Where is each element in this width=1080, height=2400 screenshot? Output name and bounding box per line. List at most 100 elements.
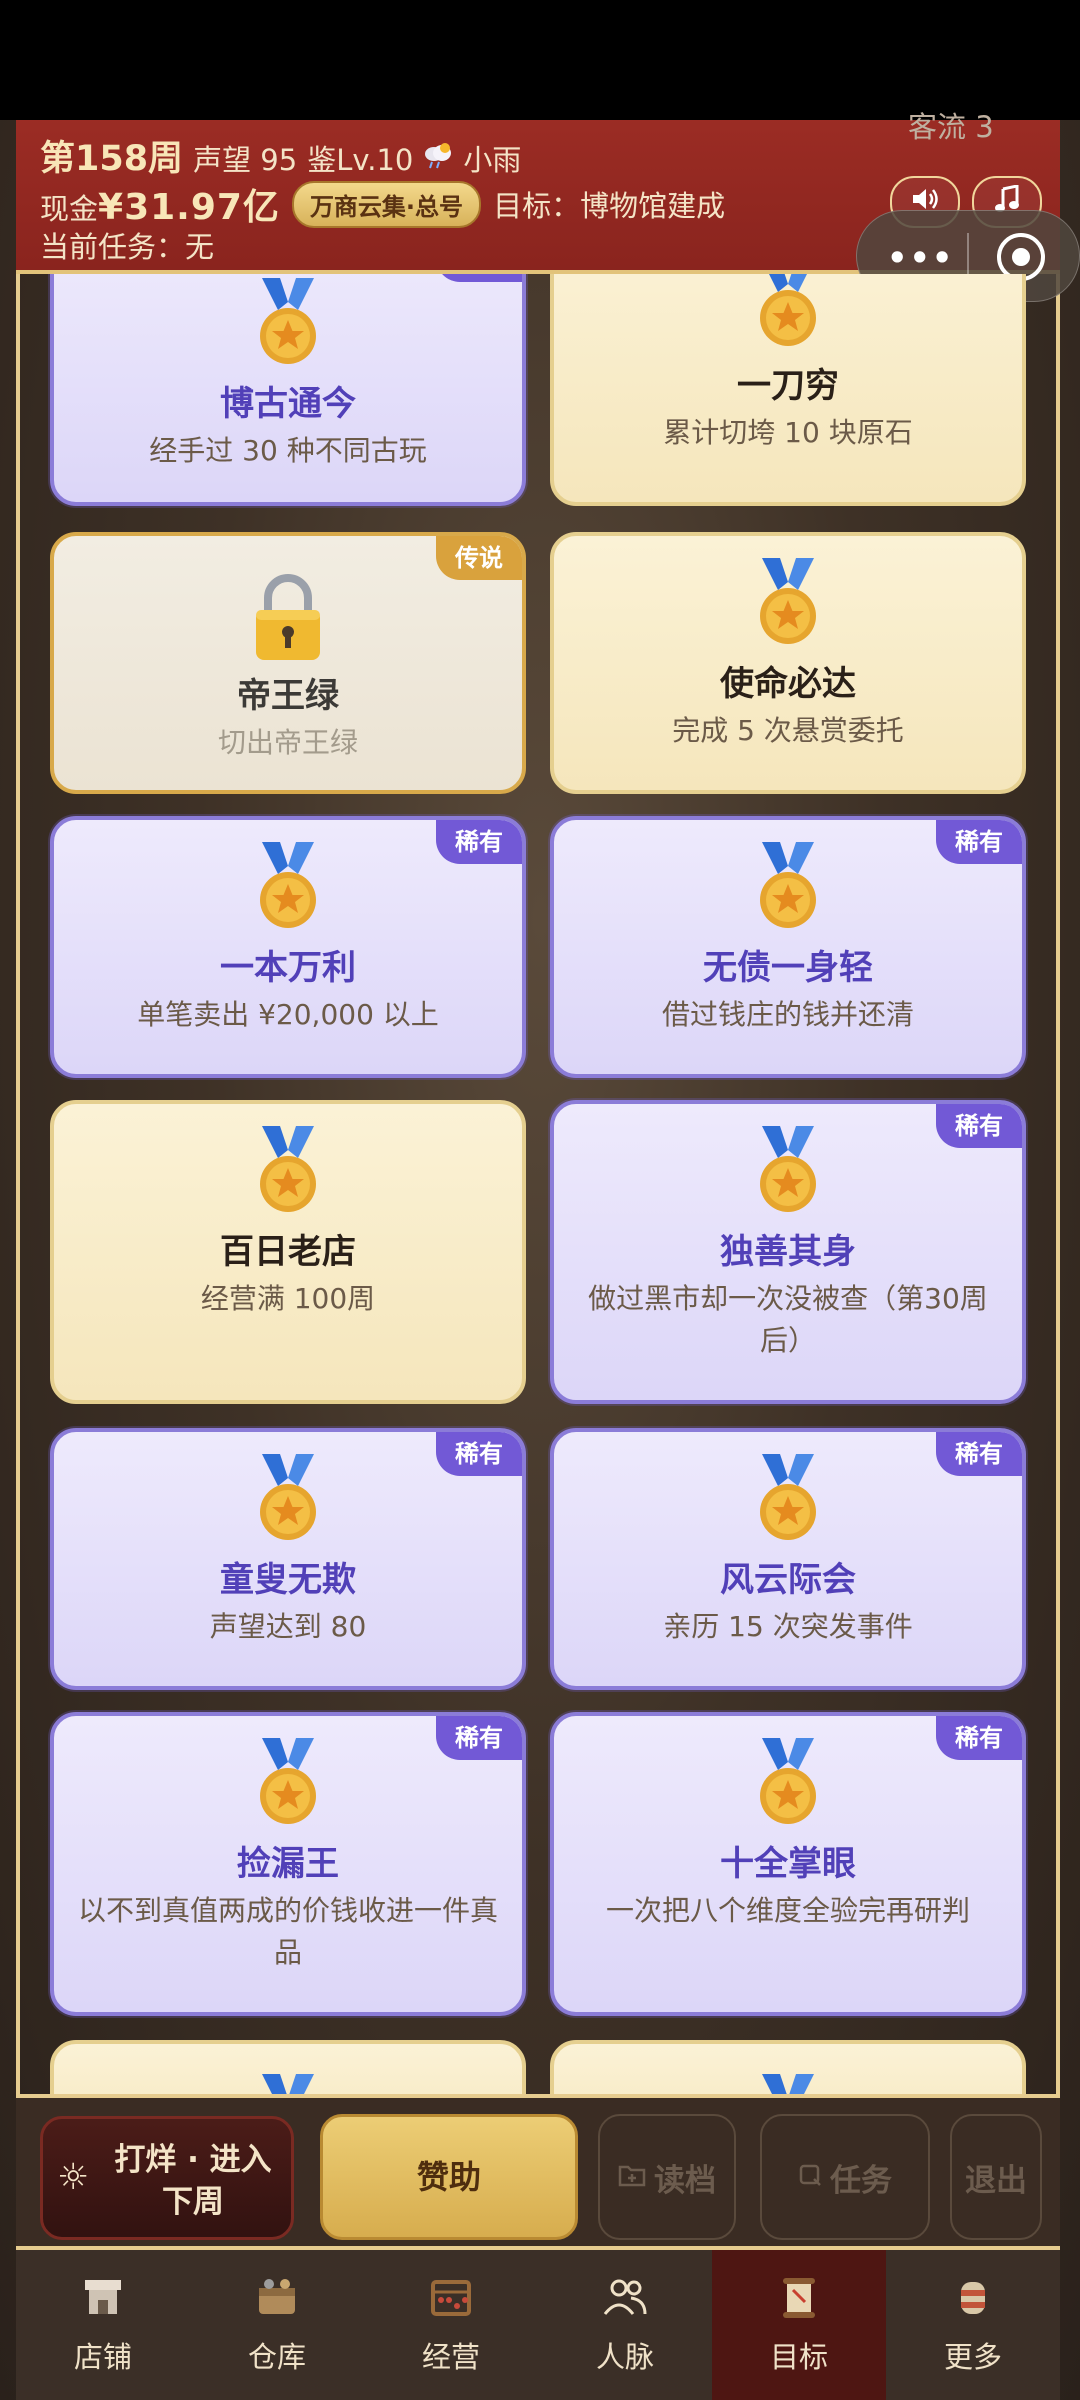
task-icon xyxy=(798,2159,822,2195)
rare-badge: 稀有 xyxy=(936,1432,1022,1476)
task-label: 任务 xyxy=(830,2162,892,2199)
header-cash-row: 现金¥31.97亿 万商云集·总号 目标：博物馆建成 xyxy=(40,178,725,230)
achievement-title: 童叟无欺 xyxy=(220,1560,356,1600)
load-save-button[interactable]: 读档 xyxy=(598,2114,736,2240)
achievement-card[interactable]: 稀有 童叟无欺 声望达到 80 xyxy=(50,1428,526,1690)
achievement-title: 独善其身 xyxy=(720,1232,856,1272)
cash-value: ¥31.97亿 xyxy=(98,187,280,228)
bottom-nav: 店铺 仓库 经营 人脉 目标 更多 xyxy=(16,2250,1060,2400)
achievement-title: 无债一身轻 xyxy=(703,948,873,988)
appraisal-level: 鉴Lv.10 xyxy=(307,143,414,177)
medal-icon xyxy=(756,1126,820,1216)
next-week-label: 打烊 · 进入 下周 xyxy=(114,2142,272,2220)
nav-label: 更多 xyxy=(943,2340,1002,2374)
nav-label: 人脉 xyxy=(595,2340,654,2374)
achievement-card[interactable]: 传说帝王绿切出帝王绿 xyxy=(50,532,526,794)
more-icon xyxy=(949,2274,997,2322)
medal-icon xyxy=(756,274,820,350)
nav-item-warehouse[interactable]: 仓库 xyxy=(190,2250,364,2400)
achievement-card[interactable]: 稀有 无债一身轻 借过钱庄的钱并还清 xyxy=(550,816,1026,1078)
scroll-icon xyxy=(775,2274,823,2322)
cash-label: 现金 xyxy=(40,192,99,226)
medal-icon xyxy=(256,1126,320,1216)
achievement-description: 经营满 100周 xyxy=(200,1282,376,1315)
achievement-card[interactable]: 一刀穷累计切垮 10 块原石 xyxy=(550,274,1026,506)
rare-badge: 稀有 xyxy=(436,1716,522,1760)
achievement-title: 捡漏王 xyxy=(237,1844,339,1884)
achievement-description: 做过黑市却一次没被查（第30周后） xyxy=(588,1282,988,1357)
load-save-label: 读档 xyxy=(654,2162,716,2199)
warehouse-icon xyxy=(253,2274,301,2322)
achievement-title: 一本万利 xyxy=(220,948,356,988)
shop-icon xyxy=(79,2274,127,2322)
medal-icon xyxy=(756,842,820,932)
achievement-card[interactable]: 稀有独善其身做过黑市却一次没被查（第30周后） xyxy=(550,1100,1026,1404)
medal-icon xyxy=(756,1454,820,1544)
rare-badge: 稀有 xyxy=(436,274,522,282)
achievement-card[interactable] xyxy=(50,2040,526,2094)
achievement-title: 帝王绿 xyxy=(237,676,339,716)
achievement-card[interactable] xyxy=(550,2040,1026,2094)
task-button[interactable]: 任务 xyxy=(760,2114,930,2240)
achievement-card[interactable]: 使命必达 完成 5 次悬赏委托 xyxy=(550,532,1026,794)
nav-label: 目标 xyxy=(769,2340,828,2374)
medal-icon xyxy=(756,2074,820,2094)
current-task: 当前任务：无 xyxy=(40,230,215,264)
achievement-description: 以不到真值两成的价钱收进一件真品 xyxy=(77,1894,498,1969)
achievement-title: 使命必达 xyxy=(720,664,856,704)
more-options-icon[interactable]: ••• xyxy=(887,239,954,277)
action-bar: ☼ 打烊 · 进入 下周 赞助 读档 任务 退出 xyxy=(16,2094,1060,2250)
achievement-title: 百日老店 xyxy=(220,1232,356,1272)
achievement-description: 亲历 15 次突发事件 xyxy=(663,1610,913,1643)
sun-icon: ☼ xyxy=(57,2157,90,2198)
achievement-card[interactable]: 稀有 十全掌眼 一次把八个维度全验完再研判 xyxy=(550,1712,1026,2016)
legendary-badge: 传说 xyxy=(436,536,522,580)
weather-text: 小雨 xyxy=(463,143,522,177)
achievement-description: 累计切垮 10 块原石 xyxy=(663,416,913,449)
lock-icon xyxy=(248,572,328,662)
header-stats: 第158周 声望 95 鉴Lv.10 小雨 xyxy=(40,130,521,181)
medal-icon xyxy=(256,1738,320,1828)
app-root: 第158周 声望 95 鉴Lv.10 小雨 现金¥31.97亿 万商云集·总号 … xyxy=(0,0,1080,2400)
nav-item-people[interactable]: 人脉 xyxy=(538,2250,712,2400)
medal-icon xyxy=(256,1454,320,1544)
nav-label: 仓库 xyxy=(247,2340,306,2374)
medal-icon xyxy=(256,2074,320,2094)
achievement-card[interactable]: 稀有一本万利单笔卖出 ¥20,000 以上 xyxy=(50,816,526,1078)
achievement-title: 一刀穷 xyxy=(737,366,839,406)
achievement-title: 风云际会 xyxy=(720,1560,856,1600)
achievement-card[interactable]: 稀有捡漏王以不到真值两成的价钱收进一件真品 xyxy=(50,1712,526,2016)
support-button[interactable]: 赞助 xyxy=(320,2114,578,2240)
nav-item-shop[interactable]: 店铺 xyxy=(16,2250,190,2400)
medal-icon xyxy=(256,278,320,368)
goal-text: 目标：博物馆建成 xyxy=(493,189,726,223)
rare-badge: 稀有 xyxy=(936,1716,1022,1760)
achievement-grid: 稀有博古通今经手过 30 种不同古玩一刀穷累计切垮 10 块原石传说帝王绿切出帝… xyxy=(0,274,1080,2094)
nav-label: 店铺 xyxy=(73,2340,132,2374)
achievement-card[interactable]: 百日老店经营满 100周 xyxy=(50,1100,526,1404)
achievement-description: 单笔卖出 ¥20,000 以上 xyxy=(137,998,439,1031)
capsule-divider xyxy=(967,233,969,279)
nav-item-abacus[interactable]: 经营 xyxy=(364,2250,538,2400)
rare-badge: 稀有 xyxy=(436,1432,522,1476)
status-bar-area xyxy=(0,0,1080,120)
achievement-description: 经手过 30 种不同古玩 xyxy=(149,434,427,467)
medal-icon xyxy=(756,558,820,648)
nav-label: 经营 xyxy=(421,2340,480,2374)
achievement-card[interactable]: 稀有博古通今经手过 30 种不同古玩 xyxy=(50,274,526,506)
nav-item-scroll[interactable]: 目标 xyxy=(712,2250,886,2400)
reputation: 声望 95 xyxy=(193,143,298,177)
next-week-button[interactable]: ☼ 打烊 · 进入 下周 xyxy=(40,2116,294,2240)
rare-badge: 稀有 xyxy=(436,820,522,864)
rain-cloud-icon xyxy=(423,142,453,177)
exit-button[interactable]: 退出 xyxy=(950,2114,1042,2240)
achievement-title: 十全掌眼 xyxy=(720,1844,856,1884)
achievement-description: 切出帝王绿 xyxy=(217,726,358,759)
medal-icon xyxy=(256,842,320,932)
store-badge[interactable]: 万商云集·总号 xyxy=(291,180,482,228)
nav-item-more[interactable]: 更多 xyxy=(886,2250,1060,2400)
achievement-description: 借过钱庄的钱并还清 xyxy=(661,998,914,1031)
achievement-card[interactable]: 稀有风云际会亲历 15 次突发事件 xyxy=(550,1428,1026,1690)
abacus-icon xyxy=(427,2274,475,2322)
rare-badge: 稀有 xyxy=(936,1104,1022,1148)
